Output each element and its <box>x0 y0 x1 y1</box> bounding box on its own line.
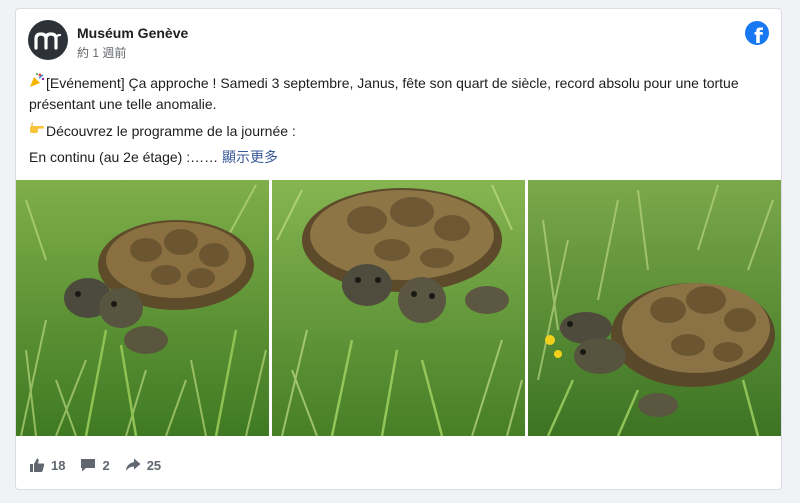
page-avatar[interactable] <box>28 20 68 60</box>
post-text-line-1: [Evénement] Ça approche ! Samedi 3 septe… <box>29 75 739 112</box>
post-paragraph: En continu (au 2e étage) :…… 顯示更多 <box>29 147 769 168</box>
see-more-link[interactable]: 顯示更多 <box>222 149 278 165</box>
museum-logo-icon <box>34 32 62 50</box>
two-headed-tortoise-photo-3[interactable] <box>528 180 781 436</box>
facebook-logo-letter: f <box>754 24 763 45</box>
pointing-hand-icon <box>29 120 45 142</box>
share-button[interactable]: 25 <box>125 457 161 473</box>
post-timestamp[interactable]: 約 1 週前 <box>77 44 126 61</box>
two-headed-tortoise-photo-1[interactable] <box>16 180 269 436</box>
page-name[interactable]: Muséum Genève <box>77 25 188 41</box>
comment-icon <box>81 459 96 472</box>
photo-grid <box>16 180 781 436</box>
post-paragraph: Découvrez le programme de la journée : <box>29 120 769 142</box>
post-text-line-3: En continu (au 2e étage) :…… <box>29 149 219 165</box>
share-count: 25 <box>146 457 162 473</box>
facebook-logo-icon[interactable]: f <box>745 21 769 45</box>
two-headed-tortoise-photo-2[interactable] <box>272 180 525 436</box>
comment-count: 2 <box>102 457 110 473</box>
party-popper-icon <box>29 72 45 94</box>
comment-button[interactable]: 2 <box>80 457 110 473</box>
facebook-post-card: Muséum Genève 約 1 週前 f [Evénement] Ça ap… <box>15 8 782 490</box>
post-paragraph: [Evénement] Ça approche ! Samedi 3 septe… <box>29 72 769 115</box>
thumbs-up-icon <box>30 458 45 472</box>
post-text-line-2: Découvrez le programme de la journée : <box>46 123 296 139</box>
like-count: 18 <box>51 457 66 473</box>
post-actions-bar: 18 2 25 <box>29 457 161 473</box>
like-button[interactable]: 18 <box>29 457 65 473</box>
post-body: [Evénement] Ça approche ! Samedi 3 septe… <box>29 72 769 173</box>
share-icon <box>125 458 141 471</box>
